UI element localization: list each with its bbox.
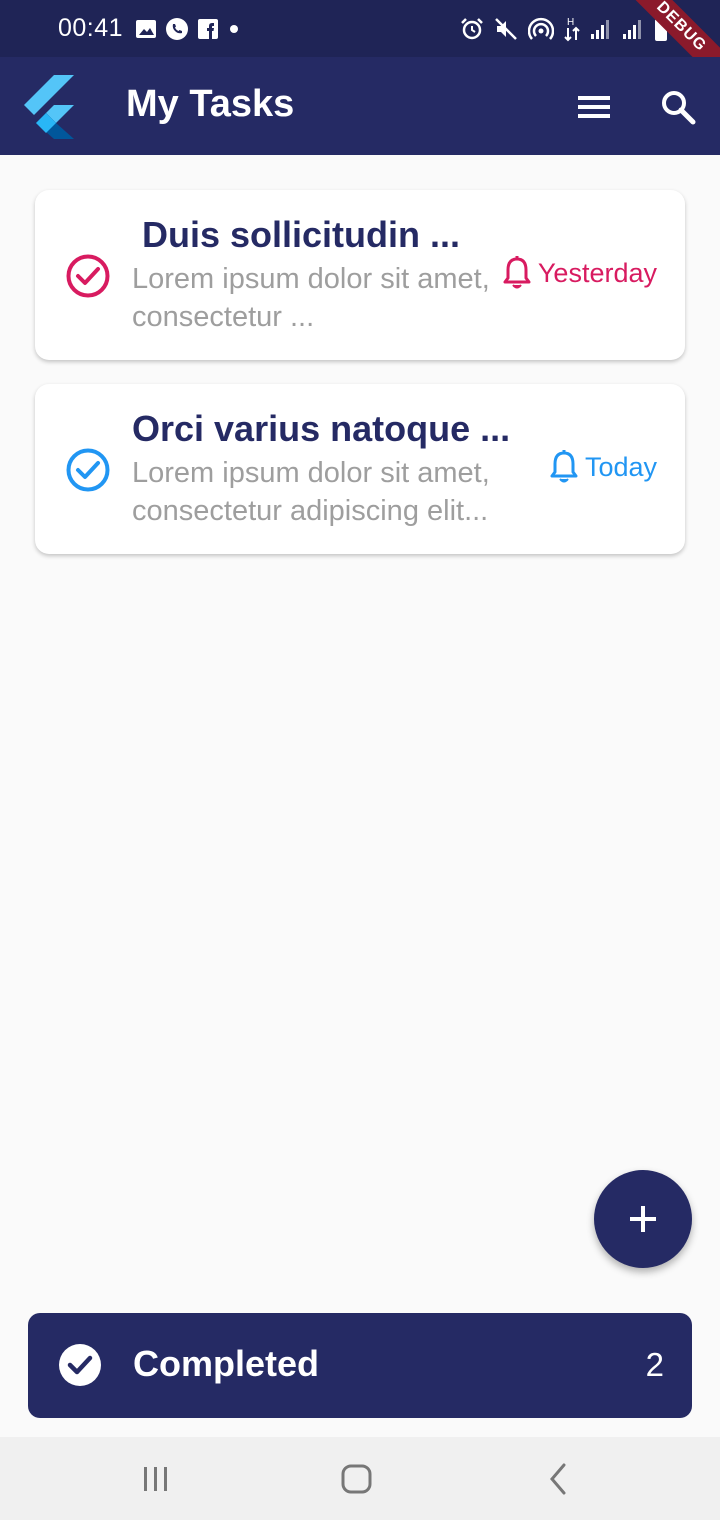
mute-icon	[495, 18, 517, 40]
facebook-icon	[198, 19, 218, 39]
recents-button[interactable]	[136, 1459, 176, 1499]
menu-icon	[578, 96, 610, 118]
bell-icon	[503, 256, 531, 289]
data-arrows-icon: H	[564, 17, 580, 42]
signal-icon	[591, 20, 609, 39]
check-circle-outline-icon[interactable]	[65, 253, 111, 299]
status-bar: 00:41 H DEBUG	[0, 0, 720, 90]
hotspot-icon	[528, 17, 554, 40]
completed-label: Completed	[133, 1343, 320, 1384]
task-reminder-label: Today	[584, 451, 657, 482]
task-card[interactable]: Orci varius natoque ... Lorem ipsum dolo…	[35, 384, 685, 554]
back-icon	[550, 1463, 566, 1495]
back-button[interactable]	[538, 1459, 578, 1499]
network-label: H	[567, 17, 574, 28]
system-nav-bar	[0, 1437, 720, 1520]
task-title: Orci varius natoque ...	[132, 408, 511, 449]
app-bar: My Tasks	[0, 57, 720, 155]
check-circle-outline-icon[interactable]	[65, 447, 111, 493]
dot-icon	[230, 25, 238, 33]
whatsapp-icon	[166, 18, 188, 40]
completed-section[interactable]: Completed 2	[28, 1313, 692, 1418]
bell-icon	[550, 450, 578, 483]
task-card[interactable]: Duis sollicitudin ... Lorem ipsum dolor …	[35, 190, 685, 360]
notification-icons	[135, 17, 241, 41]
alarm-icon	[461, 18, 483, 40]
search-icon	[662, 91, 696, 125]
home-button[interactable]	[337, 1459, 377, 1499]
flutter-logo-icon	[24, 75, 74, 139]
task-reminder: Today	[549, 450, 657, 484]
add-task-button[interactable]	[594, 1170, 692, 1268]
status-time: 00:41	[58, 14, 124, 42]
task-reminder-label: Yesterday	[537, 257, 657, 288]
task-list: Duis sollicitudin ... Lorem ipsum dolor …	[35, 190, 685, 578]
task-reminder: Yesterday	[502, 256, 657, 290]
image-icon	[136, 20, 156, 38]
plus-icon	[630, 1206, 656, 1232]
home-icon	[341, 1464, 372, 1494]
search-button[interactable]	[658, 87, 698, 127]
page-title: My Tasks	[126, 83, 295, 125]
signal-icon	[623, 20, 641, 39]
task-title: Duis sollicitudin ...	[142, 214, 461, 255]
menu-button[interactable]	[574, 87, 614, 127]
system-icons: H	[460, 16, 668, 42]
task-description: Lorem ipsum dolor sit amet, consectetur …	[132, 457, 490, 527]
task-description: Lorem ipsum dolor sit amet, consectetur …	[132, 263, 490, 333]
check-circle-icon	[59, 1344, 101, 1386]
completed-count: 2	[645, 1346, 664, 1383]
recents-icon	[144, 1467, 167, 1491]
